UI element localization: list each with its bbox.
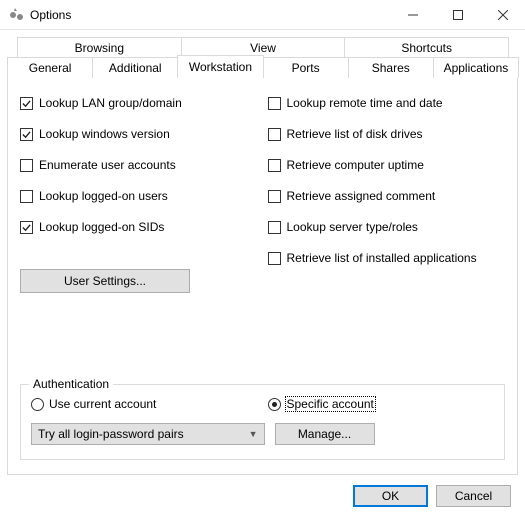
auth-group: Authentication Use current account Speci…: [20, 384, 505, 460]
checkbox-label: Retrieve list of disk drives: [287, 127, 423, 141]
radio-use-current[interactable]: [31, 398, 44, 411]
checkbox-label: Lookup logged-on SIDs: [39, 220, 164, 234]
radio-use-current-label: Use current account: [49, 397, 156, 411]
checkbox[interactable]: [20, 159, 33, 172]
tabs: Browsing View Shortcuts General Addition…: [7, 37, 518, 78]
tab-panel: Lookup LAN group/domain Lookup windows ve…: [7, 77, 518, 475]
checkbox[interactable]: [268, 252, 281, 265]
checkbox-row[interactable]: Retrieve list of installed applications: [268, 251, 506, 265]
checkbox[interactable]: [20, 190, 33, 203]
checkbox[interactable]: [20, 97, 33, 110]
manage-button[interactable]: Manage...: [275, 423, 375, 445]
checkbox[interactable]: [268, 190, 281, 203]
checkbox-label: Lookup remote time and date: [287, 96, 443, 110]
checkbox-label: Lookup server type/roles: [287, 220, 418, 234]
checkbox[interactable]: [20, 221, 33, 234]
tab-shares[interactable]: Shares: [348, 57, 434, 78]
tab-browsing[interactable]: Browsing: [17, 37, 182, 58]
checkbox-label: Lookup LAN group/domain: [39, 96, 182, 110]
user-settings-button[interactable]: User Settings...: [20, 269, 190, 293]
tab-workstation[interactable]: Workstation: [177, 55, 263, 78]
window-controls: [390, 0, 525, 29]
checkbox-row[interactable]: Lookup server type/roles: [268, 220, 506, 234]
checkbox-row[interactable]: Lookup LAN group/domain: [20, 96, 258, 110]
combo-value: Try all login-password pairs: [38, 427, 184, 441]
footer: OK Cancel: [7, 475, 518, 507]
window-title: Options: [30, 8, 390, 22]
checkbox[interactable]: [268, 159, 281, 172]
checkbox-row[interactable]: Retrieve computer uptime: [268, 158, 506, 172]
ok-button[interactable]: OK: [353, 485, 428, 507]
checkbox-row[interactable]: Lookup logged-on SIDs: [20, 220, 258, 234]
checkbox[interactable]: [268, 221, 281, 234]
tab-general[interactable]: General: [7, 57, 93, 78]
tab-ports[interactable]: Ports: [263, 57, 349, 78]
checkbox-label: Lookup logged-on users: [39, 189, 168, 203]
radio-specific[interactable]: [268, 398, 281, 411]
auth-legend: Authentication: [29, 377, 113, 391]
chevron-down-icon: ▼: [249, 429, 258, 439]
login-mode-combo[interactable]: Try all login-password pairs ▼: [31, 423, 265, 445]
titlebar: Options: [0, 0, 525, 30]
app-icon: [8, 7, 24, 23]
checkbox-row[interactable]: Retrieve assigned comment: [268, 189, 506, 203]
tab-shortcuts[interactable]: Shortcuts: [344, 37, 509, 58]
tab-additional[interactable]: Additional: [92, 57, 178, 78]
checkbox-row[interactable]: Lookup remote time and date: [268, 96, 506, 110]
minimize-button[interactable]: [390, 0, 435, 30]
checkbox-row[interactable]: Retrieve list of disk drives: [268, 127, 506, 141]
checkbox-row[interactable]: Lookup logged-on users: [20, 189, 258, 203]
checkbox[interactable]: [268, 97, 281, 110]
radio-specific-label: Specific account: [286, 397, 375, 411]
checkbox-row[interactable]: Enumerate user accounts: [20, 158, 258, 172]
checkbox-row[interactable]: Lookup windows version: [20, 127, 258, 141]
checkbox[interactable]: [20, 128, 33, 141]
tab-applications[interactable]: Applications: [433, 57, 519, 78]
checkbox-label: Lookup windows version: [39, 127, 170, 141]
checkbox-label: Enumerate user accounts: [39, 158, 176, 172]
maximize-button[interactable]: [435, 0, 480, 30]
checkbox-label: Retrieve list of installed applications: [287, 251, 477, 265]
checkbox-label: Retrieve computer uptime: [287, 158, 424, 172]
checkbox-label: Retrieve assigned comment: [287, 189, 436, 203]
checkbox[interactable]: [268, 128, 281, 141]
close-button[interactable]: [480, 0, 525, 30]
cancel-button[interactable]: Cancel: [436, 485, 511, 507]
